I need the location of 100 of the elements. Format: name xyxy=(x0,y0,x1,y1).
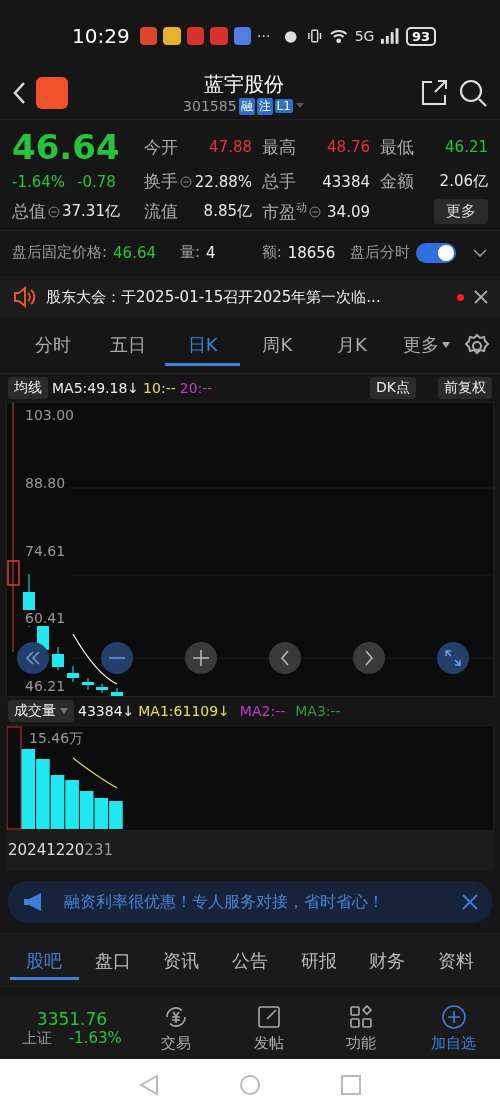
content-tab[interactable]: 公告 xyxy=(215,940,285,980)
stock-name: 蓝宇股份 xyxy=(204,70,284,98)
after-hours-toggle[interactable] xyxy=(416,242,456,263)
after-hours-volume: 4 xyxy=(206,243,216,262)
app-logo xyxy=(36,76,68,109)
current-price: 46.64 xyxy=(12,130,121,164)
after-hours-label: 盘后固定价格: xyxy=(12,243,108,262)
grid-icon xyxy=(348,1003,375,1030)
volume-bar xyxy=(79,791,94,829)
date-label: 20241220 xyxy=(8,841,85,859)
change-amount: -0.78 xyxy=(77,172,116,191)
caret-icon xyxy=(442,342,451,348)
indicator-selector[interactable]: 均线 xyxy=(8,377,48,399)
candle xyxy=(82,677,94,691)
stat-value: 47.88 xyxy=(209,138,252,156)
period-tab[interactable]: 更多 xyxy=(389,325,465,366)
after-hours-amount: 18656 xyxy=(287,243,336,262)
stock-tag: 融 xyxy=(238,97,255,115)
ma10-value: 10:-- xyxy=(143,380,176,396)
candle xyxy=(111,687,123,696)
fullscreen-button[interactable] xyxy=(437,642,469,674)
battery-level: 93 xyxy=(405,26,436,46)
content-tab[interactable]: 资讯 xyxy=(147,940,216,980)
stock-tag: L1 xyxy=(274,99,293,113)
volume-bar xyxy=(109,801,123,829)
moving-average-line xyxy=(72,633,118,685)
amount-label: 额: xyxy=(261,243,282,262)
toolbar-action[interactable]: 功能 xyxy=(315,1002,408,1054)
period-tab[interactable]: 周K xyxy=(240,325,315,366)
volume-bar xyxy=(65,780,79,829)
toggle-label: 盘后分时 xyxy=(350,243,410,262)
stock-code: 301585 xyxy=(183,98,237,114)
notification-app-icon xyxy=(186,27,205,45)
zoom-in-button[interactable] xyxy=(185,642,217,674)
stat-value: 2.06亿 xyxy=(439,172,488,191)
period-tab[interactable]: 日K xyxy=(165,325,240,366)
stat-label: 今开 xyxy=(144,135,178,159)
toolbar-action[interactable]: 发帖 xyxy=(222,1002,315,1054)
scroll-start-button[interactable] xyxy=(17,642,49,674)
toolbar-action[interactable]: 加自选 xyxy=(407,1002,500,1054)
previous-button[interactable] xyxy=(269,642,301,674)
ma1-value: MA1:61109↓ xyxy=(138,703,230,719)
content-tab[interactable]: 资料 xyxy=(421,940,491,980)
toolbar-action[interactable]: 交易 xyxy=(130,1002,223,1054)
index-name: 上证 xyxy=(22,1028,53,1048)
content-tab[interactable]: 盘口 xyxy=(78,940,148,980)
ma5-value: MA5:49.18↓ xyxy=(52,380,140,396)
dk-button[interactable]: DK点 xyxy=(370,377,416,399)
stat-value: 43384 xyxy=(322,172,370,191)
adjust-button[interactable]: 前复权 xyxy=(438,377,492,399)
stat-value: 34.09 xyxy=(327,202,370,221)
caret-icon[interactable] xyxy=(294,102,305,110)
volume-max-label: 15.46万 xyxy=(29,730,84,748)
stat-label: 总手 xyxy=(262,170,296,193)
notification-app-icon xyxy=(210,27,228,45)
content-tab[interactable]: 财务 xyxy=(352,940,422,980)
info-icon[interactable] xyxy=(309,205,321,218)
stat-label: 最低 xyxy=(380,135,414,159)
status-time: 10:29 xyxy=(72,24,130,48)
change-percent: -1.64% xyxy=(12,172,66,191)
volume-value: 43384↓ xyxy=(78,703,135,719)
volume-selector[interactable]: 成交量 xyxy=(8,700,74,722)
stat-value: 46.21 xyxy=(445,138,488,156)
chevron-down-icon[interactable] xyxy=(472,247,488,258)
next-button[interactable] xyxy=(353,642,385,674)
volume-bar xyxy=(50,775,65,829)
search-icon[interactable] xyxy=(458,77,488,108)
notification-app-icon xyxy=(163,27,181,45)
period-tab[interactable]: 五日 xyxy=(90,325,166,366)
chevron-left-icon xyxy=(280,650,290,666)
stat-value: 37.31亿 xyxy=(62,202,120,221)
edit-icon xyxy=(255,1003,282,1030)
more-button[interactable]: 更多 xyxy=(434,199,488,224)
volume-label: 量: xyxy=(180,243,201,262)
caret-icon xyxy=(60,708,68,714)
plus-icon xyxy=(193,650,209,666)
notification-app-icon xyxy=(139,27,158,45)
info-icon[interactable] xyxy=(180,175,192,188)
minus-icon xyxy=(109,656,125,660)
expand-icon xyxy=(445,650,461,666)
volume-bar xyxy=(36,759,50,829)
back-icon[interactable] xyxy=(12,80,26,105)
content-tab[interactable]: 股吧 xyxy=(10,940,79,980)
price-axis-label: 103.00 xyxy=(23,407,76,423)
stat-label: 市盈$^{动}$ xyxy=(262,199,307,224)
ma3-value: MA3:-- xyxy=(295,703,341,719)
period-tab[interactable]: 分时 xyxy=(16,325,91,366)
close-icon[interactable] xyxy=(462,894,478,910)
candle xyxy=(67,665,79,683)
zoom-out-button[interactable] xyxy=(101,642,133,674)
more-notifications: ··· xyxy=(257,28,271,44)
content-tab[interactable]: 研报 xyxy=(284,940,353,980)
share-icon[interactable] xyxy=(420,78,448,107)
candle xyxy=(96,683,108,694)
close-icon[interactable] xyxy=(474,290,488,304)
period-tab[interactable]: 月K xyxy=(314,325,390,366)
stat-label: 流值 xyxy=(144,200,178,223)
info-icon[interactable] xyxy=(48,205,60,218)
double-chevron-left-icon xyxy=(25,650,41,666)
stat-value: 48.76 xyxy=(327,138,370,156)
